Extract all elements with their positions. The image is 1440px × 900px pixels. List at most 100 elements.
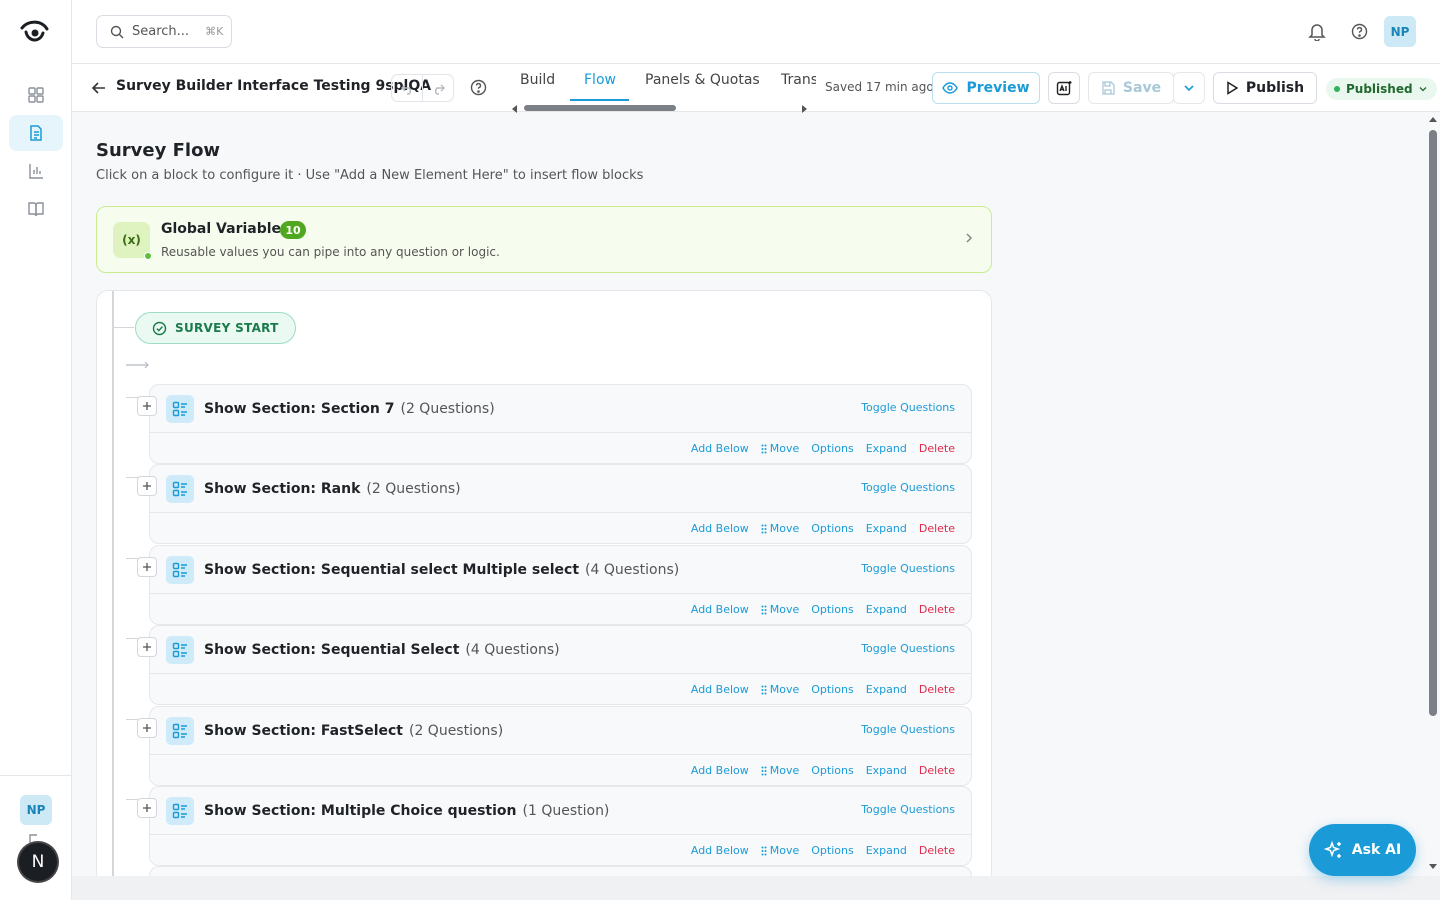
toggle-questions-link[interactable]: Toggle Questions (861, 481, 955, 494)
save-button[interactable]: Save (1088, 72, 1174, 104)
delete-link[interactable]: Delete (919, 442, 955, 455)
add-below-link[interactable]: Add Below (691, 603, 749, 616)
publish-button[interactable]: Publish (1213, 72, 1317, 104)
move-link[interactable]: Move (761, 764, 799, 777)
options-link[interactable]: Options (811, 442, 853, 455)
section-block-header[interactable]: Show Section: FastSelect (2 Questions) Tog… (150, 707, 971, 755)
scrollbar-thumb[interactable] (524, 105, 676, 111)
ai-image-button[interactable] (1048, 72, 1080, 104)
move-link[interactable]: Move (761, 603, 799, 616)
section-block-header[interactable]: Show Section: Sequential select Multiple… (150, 546, 971, 594)
expand-link[interactable]: Expand (866, 764, 907, 777)
tab-panels-quotas[interactable]: Panels & Quotas (645, 72, 760, 88)
section-title: Show Section: Sequential Select (4 Questi… (204, 642, 560, 658)
help-icon[interactable] (1351, 23, 1368, 40)
delete-link[interactable]: Delete (919, 764, 955, 777)
options-link[interactable]: Options (811, 603, 853, 616)
plus-icon (143, 804, 151, 812)
toggle-questions-link[interactable]: Toggle Questions (861, 401, 955, 414)
expand-link[interactable]: Expand (866, 522, 907, 535)
nav-analytics[interactable] (9, 153, 63, 189)
plus-icon (143, 402, 151, 410)
tab-translations[interactable]: Trans (781, 72, 816, 88)
move-label: Move (769, 844, 800, 857)
expand-section-button[interactable] (137, 637, 157, 657)
move-link[interactable]: Move (761, 522, 799, 535)
options-link[interactable]: Options (811, 844, 853, 857)
toggle-questions-link[interactable]: Toggle Questions (861, 803, 955, 816)
section-block[interactable]: Show Section: Sequential Select (4 Questi… (149, 625, 972, 705)
logout-icon[interactable] (28, 833, 44, 843)
question-count: (1 Question) (522, 803, 610, 819)
nav-library[interactable] (9, 191, 63, 227)
bell-icon[interactable] (1308, 22, 1326, 41)
expand-section-button[interactable] (137, 396, 157, 416)
move-link[interactable]: Move (761, 442, 799, 455)
page-scrollbar[interactable] (1426, 112, 1440, 877)
section-title: Show Section: Section 7 (2 Questions) (204, 401, 495, 417)
rail-avatar[interactable]: NP (20, 795, 52, 825)
expand-section-button[interactable] (137, 798, 157, 818)
tab-flow[interactable]: Flow (584, 72, 616, 88)
scroll-right-arrow[interactable] (802, 105, 807, 113)
section-block-header[interactable]: Show Section: Sequential Select (4 Questi… (150, 626, 971, 674)
expand-link[interactable]: Expand (866, 442, 907, 455)
tab-build[interactable]: Build (520, 72, 555, 88)
save-options-dropdown[interactable] (1173, 72, 1205, 104)
add-below-link[interactable]: Add Below (691, 764, 749, 777)
options-link[interactable]: Options (811, 764, 853, 777)
expand-section-button[interactable] (137, 557, 157, 577)
undo-button[interactable] (392, 75, 422, 101)
expand-section-button[interactable] (137, 476, 157, 496)
toggle-questions-link[interactable]: Toggle Questions (861, 723, 955, 736)
status-badge[interactable]: Published (1326, 78, 1437, 100)
expand-link[interactable]: Expand (866, 844, 907, 857)
options-link[interactable]: Options (811, 683, 853, 696)
add-below-link[interactable]: Add Below (691, 683, 749, 696)
move-link[interactable]: Move (761, 844, 800, 857)
delete-link[interactable]: Delete (919, 522, 955, 535)
user-avatar[interactable]: NP (1384, 16, 1416, 47)
nav-surveys[interactable] (9, 115, 63, 151)
add-below-link[interactable]: Add Below (691, 844, 749, 857)
delete-link[interactable]: Delete (919, 844, 955, 857)
options-link[interactable]: Options (811, 522, 853, 535)
expand-link[interactable]: Expand (866, 603, 907, 616)
expand-link[interactable]: Expand (866, 683, 907, 696)
preview-button[interactable]: Preview (932, 72, 1040, 104)
bottom-badge[interactable]: N (19, 843, 57, 881)
block-actions: Add Below Move Options Expand Delete (691, 764, 955, 777)
section-block[interactable]: Show Section: FastSelect (2 Questions) Tog… (149, 706, 972, 786)
preview-label: Preview (966, 80, 1030, 96)
expand-section-button[interactable] (137, 718, 157, 738)
section-block-header[interactable]: Show Section: Multiple Choice question (1… (150, 787, 971, 835)
ask-ai-button[interactable]: Ask AI (1309, 824, 1416, 876)
nav-dashboard[interactable] (9, 77, 63, 113)
scroll-up-arrow[interactable] (1429, 117, 1437, 122)
global-variables-card[interactable]: (x) Global Variables 10 Reusable values … (96, 206, 992, 273)
tabs-scrollbar[interactable] (508, 102, 808, 113)
delete-link[interactable]: Delete (919, 603, 955, 616)
search-input[interactable]: Search... ⌘K (96, 15, 232, 48)
move-link[interactable]: Move (761, 683, 799, 696)
section-block-header[interactable]: Show Section: Section 7 (2 Questions) Togg… (150, 385, 971, 433)
scroll-down-arrow[interactable] (1429, 864, 1437, 869)
redo-button[interactable] (422, 75, 453, 101)
add-below-link[interactable]: Add Below (691, 442, 749, 455)
back-arrow-icon[interactable] (90, 79, 108, 97)
toggle-questions-link[interactable]: Toggle Questions (861, 562, 955, 575)
section-block[interactable]: Show Section: Sequential select Multiple… (149, 545, 972, 625)
logo-icon[interactable] (18, 16, 50, 48)
survey-start-node[interactable]: SURVEY START (135, 312, 296, 344)
section-block[interactable]: Show Section: Rank (2 Questions) Toggle Qu… (149, 464, 972, 544)
section-block[interactable]: Show Section: Section 7 (2 Questions) Togg… (149, 384, 972, 464)
scrollbar-thumb[interactable] (1429, 130, 1437, 716)
add-below-link[interactable]: Add Below (691, 522, 749, 535)
delete-link[interactable]: Delete (919, 683, 955, 696)
section-block-header[interactable]: Show Section: Rank (2 Questions) Toggle Qu… (150, 465, 971, 513)
help-icon[interactable] (470, 79, 487, 96)
toggle-questions-link[interactable]: Toggle Questions (861, 642, 955, 655)
section-block[interactable]: Show Section: Multiple Choice question (1… (149, 786, 972, 866)
scroll-left-arrow[interactable] (512, 105, 517, 113)
section-name: Show Section: Section 7 (204, 401, 395, 417)
